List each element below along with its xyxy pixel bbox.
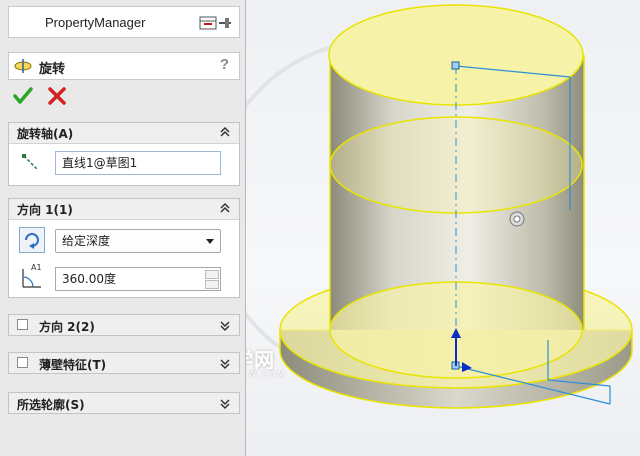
selected-contours-group[interactable]: 所选轮廓(S) (8, 392, 240, 414)
angle-icon-label: A1 (31, 263, 42, 272)
ok-checkmark-button[interactable] (12, 86, 34, 106)
cancel-x-button[interactable] (46, 86, 68, 106)
end-condition-select[interactable]: 给定深度 (55, 229, 221, 253)
property-manager-tab[interactable]: PropertyManager (8, 6, 240, 38)
axis-group: 旋转轴(A) 直线1@草图1 (8, 122, 240, 186)
spin-down-button[interactable] (205, 280, 219, 289)
direction1-group-header[interactable]: 方向 1(1) (9, 199, 239, 220)
feature-name: 旋转 (39, 62, 66, 77)
chevron-down-icon[interactable] (219, 358, 231, 370)
reverse-direction-icon[interactable] (19, 227, 45, 253)
selected-contours-title: 所选轮廓(S) (17, 398, 85, 412)
chevron-up-icon[interactable] (219, 126, 231, 138)
angle-value: 360.00度 (62, 272, 116, 286)
revolve-feature-icon (14, 59, 32, 73)
property-manager-panel: PropertyManager 旋转 ? 旋转轴(A) 直线1@草图1 方向 1… (0, 0, 246, 456)
angle-input[interactable]: 360.00度 (55, 267, 221, 291)
direction2-title: 方向 2(2) (39, 320, 95, 334)
axis-top-point[interactable] (451, 61, 460, 70)
direction1-group-title: 方向 1(1) (17, 203, 73, 217)
axis-line-icon (22, 154, 39, 171)
thin-feature-title: 薄壁特征(T) (39, 358, 107, 372)
thin-feature-group[interactable]: 薄壁特征(T) (8, 352, 240, 374)
chevron-down-icon[interactable] (219, 398, 231, 410)
property-manager-title: PropertyManager (45, 15, 146, 30)
axis-selection-field[interactable]: 直线1@草图1 (55, 151, 221, 175)
feature-header: 旋转 ? (8, 52, 240, 80)
direction1-group: 方向 1(1) 给定深度 A1 360.00度 (8, 198, 240, 298)
axis-group-header[interactable]: 旋转轴(A) (9, 123, 239, 144)
chevron-down-icon (206, 239, 214, 244)
help-icon[interactable]: ? (220, 56, 229, 73)
chevron-up-icon[interactable] (219, 202, 231, 214)
thin-feature-checkbox[interactable] (17, 357, 28, 368)
spin-up-button[interactable] (205, 270, 219, 279)
pin-icon[interactable] (199, 15, 233, 31)
direction2-group[interactable]: 方向 2(2) (8, 314, 240, 336)
direction2-checkbox[interactable] (17, 319, 28, 330)
chevron-down-icon[interactable] (219, 320, 231, 332)
rotate-cursor-icon (509, 211, 525, 227)
axis-group-title: 旋转轴(A) (17, 127, 74, 141)
end-condition-value: 给定深度 (62, 234, 111, 248)
